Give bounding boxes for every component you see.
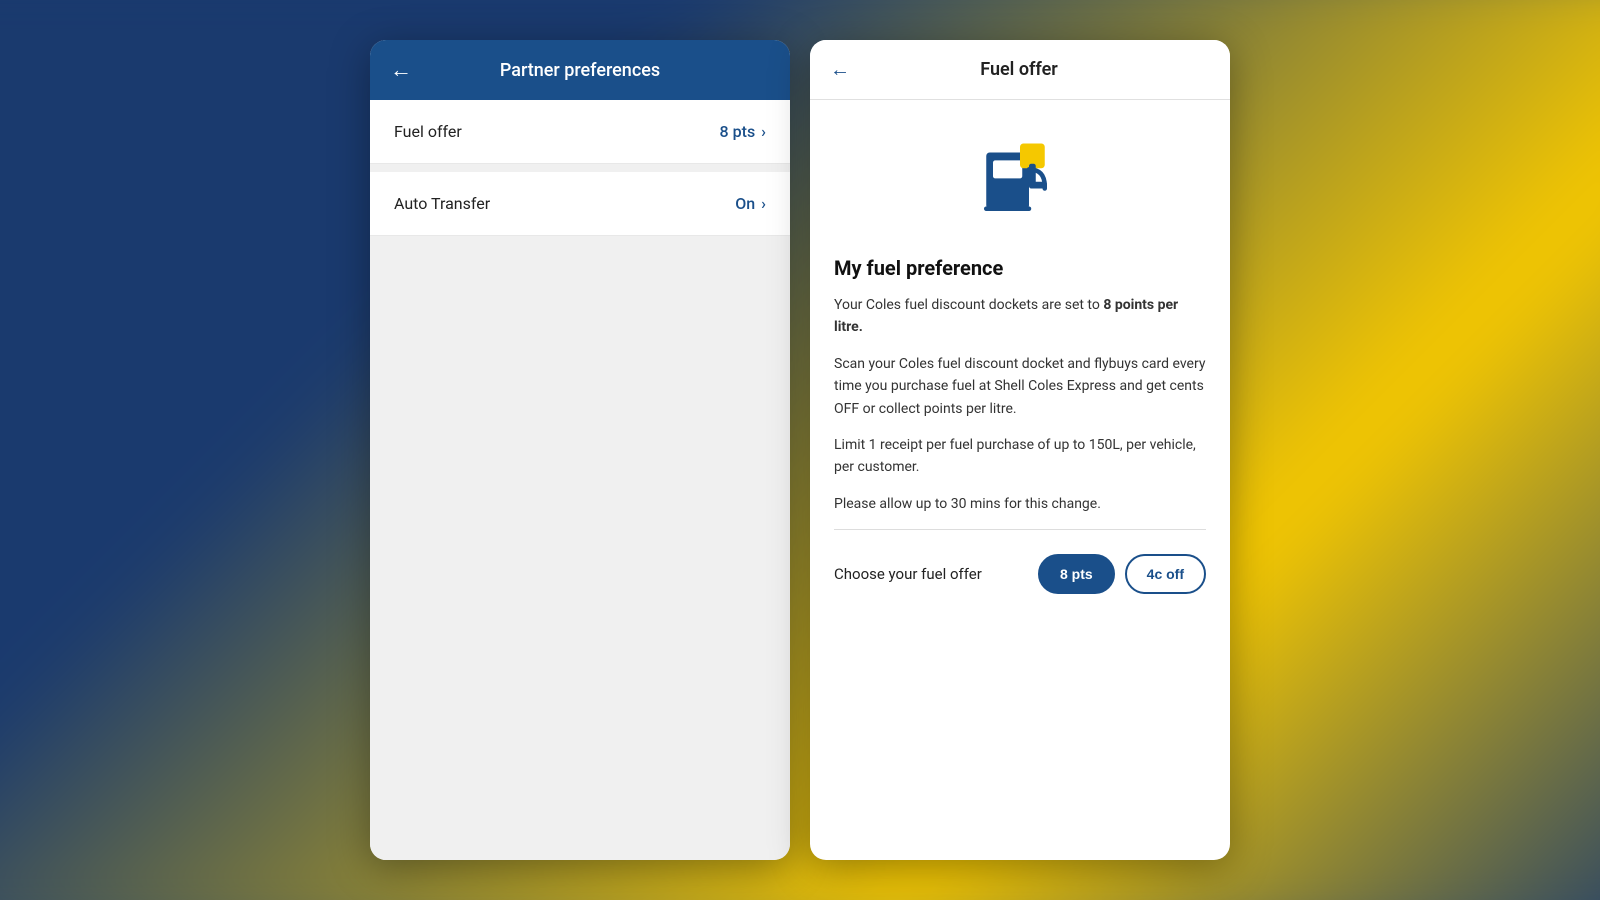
right-back-button[interactable]: ← <box>830 57 850 82</box>
right-phone-panel: ← Fuel offer My fuel preferenc <box>810 40 1230 860</box>
fuel-options-group: 8 pts 4c off <box>1038 554 1206 594</box>
right-header-title: Fuel offer <box>866 59 1172 80</box>
empty-area <box>370 244 790 860</box>
paragraph-2: Scan your Coles fuel discount docket and… <box>834 353 1206 420</box>
fuel-content-area: My fuel preference Your Coles fuel disco… <box>810 240 1230 620</box>
left-header: ← Partner preferences <box>370 40 790 100</box>
auto-transfer-chevron: › <box>761 194 766 213</box>
left-back-button[interactable]: ← <box>390 57 412 83</box>
choose-fuel-row: Choose your fuel offer 8 pts 4c off <box>834 544 1206 604</box>
fuel-option-4c-off[interactable]: 4c off <box>1125 554 1206 594</box>
section-divider <box>834 529 1206 530</box>
auto-transfer-value: On <box>735 194 755 213</box>
fuel-offer-menu-item[interactable]: Fuel offer 8 pts › <box>370 100 790 164</box>
fuel-offer-chevron: › <box>761 122 766 141</box>
menu-divider <box>370 164 790 172</box>
fuel-icon-area <box>810 100 1230 240</box>
fuel-offer-label: Fuel offer <box>394 122 462 141</box>
section-title: My fuel preference <box>834 256 1206 280</box>
choose-fuel-label: Choose your fuel offer <box>834 565 982 583</box>
fuel-option-8pts[interactable]: 8 pts <box>1038 554 1115 594</box>
auto-transfer-menu-item[interactable]: Auto Transfer On › <box>370 172 790 236</box>
fuel-pump-icon <box>975 130 1065 220</box>
fuel-offer-value-area: 8 pts › <box>720 122 766 141</box>
paragraph-1: Your Coles fuel discount dockets are set… <box>834 294 1206 339</box>
right-header: ← Fuel offer <box>810 40 1230 100</box>
left-phone-panel: ← Partner preferences Fuel offer 8 pts ›… <box>370 40 790 860</box>
auto-transfer-value-area: On › <box>735 194 766 213</box>
left-header-title: Partner preferences <box>428 60 732 81</box>
paragraph-3: Limit 1 receipt per fuel purchase of up … <box>834 434 1206 479</box>
fuel-offer-value: 8 pts <box>720 122 756 141</box>
bottom-divider <box>370 236 790 244</box>
paragraph-4: Please allow up to 30 mins for this chan… <box>834 493 1206 515</box>
auto-transfer-label: Auto Transfer <box>394 194 490 213</box>
